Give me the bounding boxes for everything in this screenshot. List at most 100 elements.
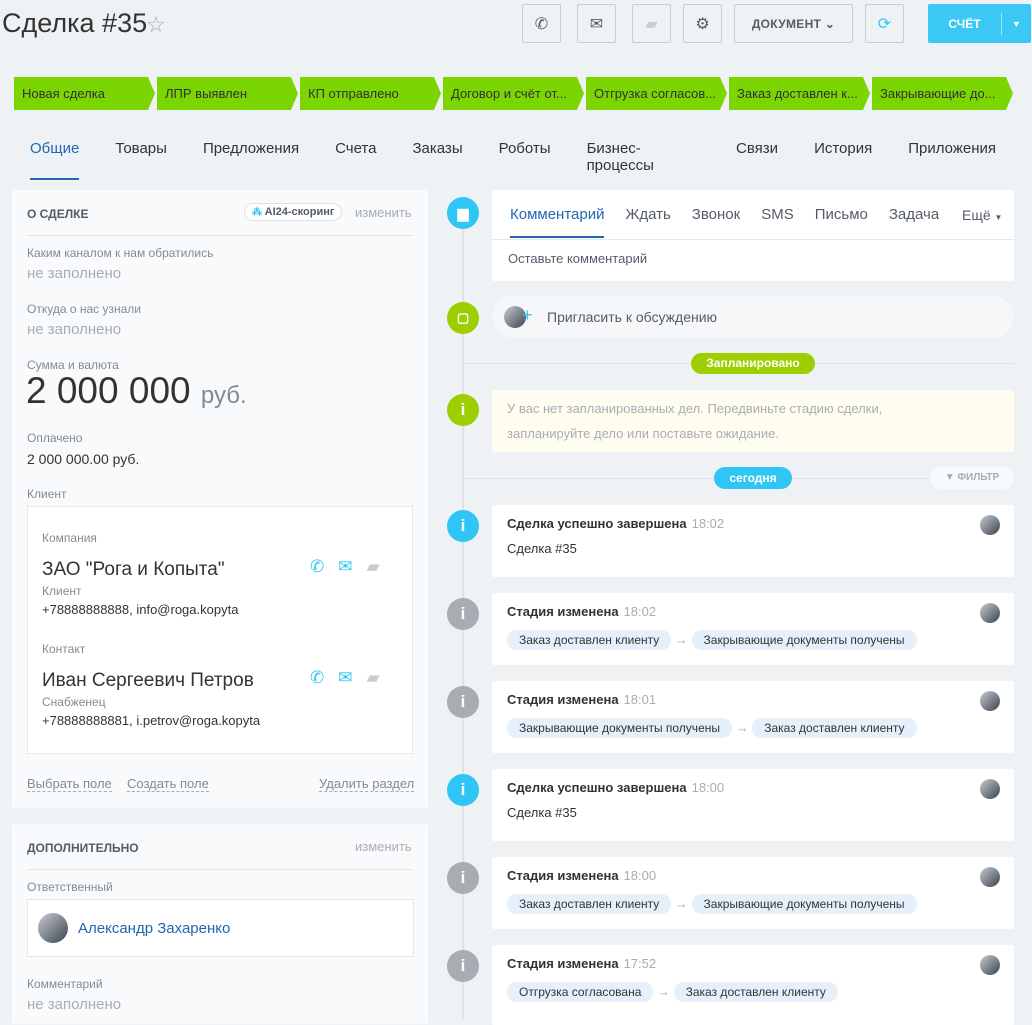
- stage-change: Закрывающие документы получены → Заказ д…: [507, 718, 917, 738]
- invoice-button[interactable]: СЧЁТ ▼: [928, 4, 1031, 43]
- info-icon: i: [447, 774, 479, 806]
- tab-3[interactable]: Счета: [335, 140, 376, 180]
- phone-icon[interactable]: ✆: [310, 668, 338, 687]
- plus-icon: +: [522, 305, 533, 325]
- create-field-link[interactable]: Создать поле: [127, 776, 209, 792]
- chat-icon: ▰: [645, 15, 658, 33]
- stage-1[interactable]: Новая сделка: [14, 77, 155, 110]
- composer-tab-5[interactable]: Задача: [889, 206, 939, 238]
- sum-value: 2 000 000 руб.: [26, 370, 247, 412]
- stage-to: Заказ доставлен клиенту: [752, 718, 917, 738]
- stage-5[interactable]: Отгрузка согласов...: [586, 77, 727, 110]
- tab-9[interactable]: Приложения: [908, 140, 996, 180]
- filter-button[interactable]: ▼ ФИЛЬТР: [930, 467, 1014, 489]
- phone-icon[interactable]: ✆: [310, 557, 338, 576]
- dropdown-arrow-icon: ▼: [994, 213, 1003, 222]
- item-text[interactable]: Сделка #35: [507, 805, 577, 820]
- info-icon: i: [447, 394, 479, 426]
- composer-tab-1[interactable]: Ждать: [625, 206, 670, 238]
- stage-from: Закрывающие документы получены: [507, 718, 732, 738]
- item-title: Стадия изменена: [507, 868, 619, 883]
- tab-0[interactable]: Общие: [30, 140, 80, 180]
- stage-2[interactable]: ЛПР выявлен: [157, 77, 298, 110]
- item-title: Стадия изменена: [507, 956, 619, 971]
- share-icon: ⁂: [252, 207, 262, 218]
- field-label: Комментарий: [27, 977, 103, 991]
- email-button[interactable]: ✉: [577, 4, 616, 43]
- stage-bar: Новая сделка ЛПР выявлен КП отправлено Дого…: [14, 77, 1013, 110]
- mail-icon: ✉: [589, 15, 604, 33]
- mail-icon[interactable]: ✉: [338, 668, 366, 687]
- arrow-icon: →: [653, 984, 674, 999]
- mail-icon[interactable]: ✉: [338, 557, 366, 576]
- field-label: Откуда о нас узнали: [27, 302, 141, 316]
- timeline-item: Стадия изменена 18:02 Заказ доставлен клие…: [492, 593, 1014, 665]
- select-field-link[interactable]: Выбрать поле: [27, 776, 112, 792]
- company-actions: ✆✉▰: [310, 557, 394, 577]
- item-title: Стадия изменена: [507, 692, 619, 707]
- client-block: Компания ЗАО "Рога и Копыта" Клиент +788…: [27, 506, 413, 754]
- scoring-badge[interactable]: ⁂ AI24-скоринг: [244, 203, 343, 221]
- tab-6[interactable]: Бизнес-процессы: [587, 140, 700, 180]
- composer-tab-3[interactable]: SMS: [761, 206, 794, 238]
- company-name[interactable]: ЗАО "Рога и Копыта": [42, 559, 225, 581]
- avatar: [980, 603, 1000, 623]
- item-text[interactable]: Сделка #35: [507, 541, 577, 556]
- field-label: Оплачено: [27, 431, 83, 445]
- stage-3[interactable]: КП отправлено: [300, 77, 441, 110]
- sum-amount: 2 000 000: [26, 370, 191, 411]
- stage-from: Отгрузка согласована: [507, 982, 654, 1002]
- item-header: Стадия изменена 18:02: [507, 604, 656, 619]
- chat-button[interactable]: ▰: [632, 4, 671, 43]
- composer-tab-2[interactable]: Звонок: [692, 206, 740, 238]
- responsible-name[interactable]: Александр Захаренко: [78, 920, 230, 937]
- item-header: Сделка успешно завершена 18:00: [507, 780, 724, 795]
- contact-contacts: +78888888881, i.petrov@roga.kopyta: [42, 713, 261, 728]
- notice-text: У вас нет запланированных дел. Передвинь…: [507, 401, 883, 416]
- delete-section-link[interactable]: Удалить раздел: [319, 776, 415, 792]
- document-button[interactable]: ДОКУМЕНТ ⌄: [734, 4, 853, 43]
- sync-button[interactable]: ⟳: [865, 4, 904, 43]
- main-tabs: Общие Товары Предложения Счета Заказы Роботы Б…: [30, 140, 1032, 180]
- contact-name[interactable]: Иван Сергеевич Петров: [42, 670, 254, 692]
- arrow-icon: →: [671, 632, 692, 647]
- edit-link[interactable]: изменить: [355, 839, 412, 854]
- today-badge: сегодня: [714, 467, 792, 489]
- invite-button[interactable]: + Пригласить к обсуждению: [492, 296, 1014, 338]
- more-tab[interactable]: Ещё ▼: [962, 207, 1002, 223]
- tab-7[interactable]: Связи: [736, 140, 778, 180]
- tab-1[interactable]: Товары: [115, 140, 167, 180]
- tab-8[interactable]: История: [814, 140, 872, 180]
- tab-4[interactable]: Заказы: [412, 140, 462, 180]
- stage-7[interactable]: Закрывающие до...: [872, 77, 1013, 110]
- stage-to: Заказ доставлен клиенту: [673, 982, 838, 1002]
- stage-from: Заказ доставлен клиенту: [507, 894, 672, 914]
- item-time: 18:02: [623, 604, 657, 619]
- divider: [27, 869, 413, 870]
- info-icon: i: [447, 862, 479, 894]
- dropdown-arrow-icon[interactable]: ▼: [1001, 12, 1031, 35]
- item-time: 18:01: [623, 692, 657, 707]
- tab-2[interactable]: Предложения: [203, 140, 299, 180]
- composer-tab-0[interactable]: Комментарий: [510, 206, 605, 238]
- info-icon: i: [447, 598, 479, 630]
- chat-icon[interactable]: ▰: [367, 668, 394, 687]
- field-label: Компания: [42, 531, 97, 545]
- field-value: не заполнено: [27, 996, 122, 1013]
- star-icon[interactable]: ☆: [146, 12, 166, 38]
- tab-5[interactable]: Роботы: [499, 140, 551, 180]
- notice-text: запланируйте дело или поставьте ожидание…: [507, 426, 779, 441]
- responsible-block: Александр Захаренко: [27, 899, 414, 957]
- call-button[interactable]: ✆: [522, 4, 561, 43]
- edit-link[interactable]: изменить: [355, 205, 412, 220]
- avatar: [980, 515, 1000, 535]
- field-label: Ответственный: [27, 880, 113, 894]
- stage-4[interactable]: Договор и счёт от...: [443, 77, 584, 110]
- filter-icon: ▼: [944, 472, 955, 483]
- stage-6[interactable]: Заказ доставлен к...: [729, 77, 870, 110]
- chat-icon[interactable]: ▰: [367, 557, 394, 576]
- settings-button[interactable]: ⚙: [683, 4, 722, 43]
- comment-input[interactable]: Оставьте комментарий: [508, 251, 647, 266]
- gear-icon: ⚙: [695, 15, 710, 33]
- composer-tab-4[interactable]: Письмо: [815, 206, 868, 238]
